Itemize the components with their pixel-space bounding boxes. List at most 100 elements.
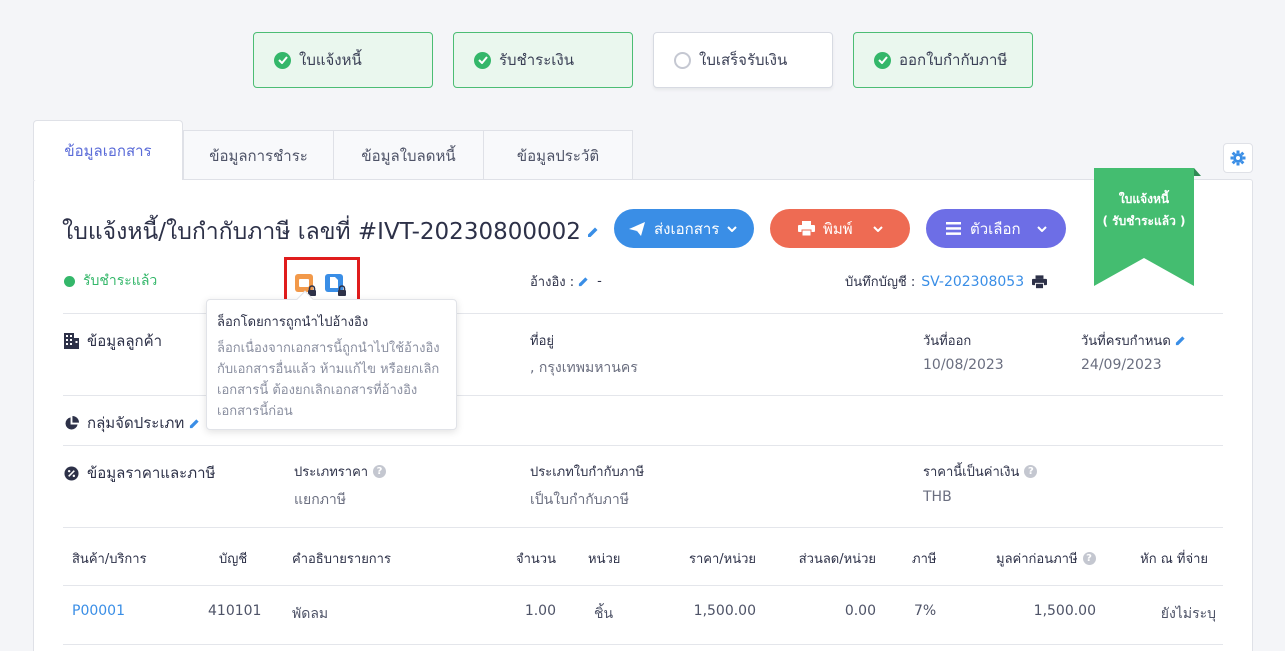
account-cell: 410101 xyxy=(208,603,262,619)
gear-icon xyxy=(1230,150,1246,166)
status-dot-icon xyxy=(64,275,75,287)
chevron-down-icon xyxy=(872,225,883,232)
options-button[interactable]: ตัวเลือก xyxy=(926,209,1066,248)
column-header-pretax: มูลค่าก่อนภาษี? xyxy=(996,548,1096,569)
lock-icons-highlight xyxy=(284,257,360,303)
status-ribbon: ใบแจ้งหนี้ ( รับชำระแล้ว ) xyxy=(1094,168,1201,286)
chevron-down-icon xyxy=(727,225,738,232)
price-type-label-text: ประเภทราคา xyxy=(294,465,369,480)
step-label: ใบแจ้งหนี้ xyxy=(299,51,362,69)
tax-doc-type-value: เป็นใบกำกับภาษี xyxy=(530,492,629,508)
tab-credit-note-info[interactable]: ข้อมูลใบลดหนี้ xyxy=(333,130,484,180)
unit-price-cell: 1,500.00 xyxy=(693,603,756,619)
section-title: ข้อมูลราคาและภาษี xyxy=(87,464,216,482)
page-title: ใบแจ้งหนี้/ใบกำกับภาษี เลขที่ #IVT-20230… xyxy=(62,214,599,250)
column-header-unit-price: ราคา/หน่วย xyxy=(688,552,756,567)
discount-cell: 0.00 xyxy=(844,603,876,619)
unit-cell: ชิ้น xyxy=(594,606,614,622)
section-title: ข้อมูลลูกค้า xyxy=(87,332,163,350)
step-receipt[interactable]: ใบเสร็จรับเงิน xyxy=(653,32,833,88)
send-document-button[interactable]: ส่งเอกสาร xyxy=(614,209,754,248)
empty-circle-icon xyxy=(674,51,691,69)
bookkeeping-field: บันทึกบัญชี : SV-202308053 xyxy=(845,271,1048,292)
pencil-icon[interactable] xyxy=(1175,335,1186,346)
tooltip-body: ล็อกเนื่องจากเอกสารนี้ถูกนำไปใช้อ้างอิงก… xyxy=(217,341,440,419)
check-circle-icon xyxy=(874,51,891,69)
address-value: , กรุงเทพมหานคร xyxy=(530,360,638,376)
tax-cell: 7% xyxy=(914,603,937,619)
pie-chart-icon xyxy=(65,415,79,430)
ribbon-title: ใบแจ้งหนี้ xyxy=(1118,192,1170,206)
reference-label: อ้างอิง : xyxy=(530,275,575,290)
print-button[interactable]: พิมพ์ xyxy=(770,209,910,248)
product-code-link[interactable]: P00001 xyxy=(72,603,125,619)
column-header-unit: หน่วย xyxy=(588,552,621,567)
group-section-label: กลุ่มจัดประเภท xyxy=(64,411,208,435)
percent-badge-icon xyxy=(64,465,79,481)
lock-icon[interactable] xyxy=(325,274,346,296)
tab-history-info[interactable]: ข้อมูลประวัติ xyxy=(483,130,633,180)
column-header-product: สินค้า/บริการ xyxy=(72,552,147,567)
chevron-down-icon xyxy=(1036,225,1047,232)
price-type-value: แยกภาษี xyxy=(294,492,347,508)
lock-icon[interactable] xyxy=(295,274,316,296)
issue-date-value: 10/08/2023 xyxy=(923,357,1004,373)
tooltip-title: ล็อกโดยการถูกนำไปอ้างอิง xyxy=(217,315,369,330)
step-label: ออกใบกำกับภาษี xyxy=(899,51,1008,69)
tab-label: ข้อมูลเอกสาร xyxy=(64,141,152,160)
column-header-withholding: หัก ณ ที่จ่าย xyxy=(1140,552,1208,567)
check-circle-icon xyxy=(474,51,491,69)
due-date-value: 24/09/2023 xyxy=(1081,357,1162,373)
help-icon[interactable]: ? xyxy=(1024,465,1038,478)
options-label: ตัวเลือก xyxy=(970,219,1021,238)
help-icon[interactable]: ? xyxy=(373,465,387,478)
printer-icon[interactable] xyxy=(1032,274,1048,289)
pricing-section-label: ข้อมูลราคาและภาษี xyxy=(64,461,215,485)
address-label: ที่อยู่ xyxy=(530,334,554,349)
quantity-cell: 1.00 xyxy=(524,603,556,619)
currency-label: ราคานี้เป็นค่าเงิน? xyxy=(923,461,1038,482)
step-invoice[interactable]: ใบแจ้งหนี้ xyxy=(253,32,433,88)
tab-document-info[interactable]: ข้อมูลเอกสาร xyxy=(33,120,183,180)
step-label: รับชำระเงิน xyxy=(499,51,574,69)
issue-date-label: วันที่ออก xyxy=(923,334,972,349)
help-icon[interactable]: ? xyxy=(1082,552,1096,565)
print-label: พิมพ์ xyxy=(823,219,853,238)
currency-value: THB xyxy=(923,489,952,505)
menu-icon xyxy=(946,222,961,235)
lock-tooltip: ล็อกโดยการถูกนำไปอ้างอิง ล็อกเนื่องจากเอ… xyxy=(206,290,457,430)
section-title: กลุ่มจัดประเภท xyxy=(87,414,185,432)
send-label: ส่งเอกสาร xyxy=(654,219,720,238)
column-header-account: บัญชี xyxy=(219,552,248,567)
check-circle-icon xyxy=(274,51,291,69)
tab-label: ข้อมูลประวัติ xyxy=(516,146,600,165)
column-header-tax: ภาษี xyxy=(912,552,937,567)
step-tax-invoice[interactable]: ออกใบกำกับภาษี xyxy=(853,32,1033,88)
status-badge: รับชำระแล้ว xyxy=(64,270,157,292)
building-icon xyxy=(64,333,79,349)
due-date-label-text: วันที่ครบกำหนด xyxy=(1081,334,1171,349)
bookkeeping-link[interactable]: SV-202308053 xyxy=(921,274,1024,290)
step-label: ใบเสร็จรับเงิน xyxy=(699,51,788,69)
column-header-discount: ส่วนลด/หน่วย xyxy=(798,552,876,567)
tab-payment-info[interactable]: ข้อมูลการชำระ xyxy=(183,130,334,180)
pencil-icon[interactable] xyxy=(587,226,599,238)
currency-label-text: ราคานี้เป็นค่าเงิน xyxy=(923,465,1020,480)
withholding-cell: ยังไม่ระบุ xyxy=(1160,606,1216,622)
pencil-icon[interactable] xyxy=(578,276,589,287)
paper-plane-icon xyxy=(629,221,645,236)
customer-section-label: ข้อมูลลูกค้า xyxy=(64,329,162,353)
settings-button[interactable] xyxy=(1223,143,1253,173)
pencil-icon[interactable] xyxy=(189,418,200,429)
step-payment[interactable]: รับชำระเงิน xyxy=(453,32,633,88)
tab-label: ข้อมูลการชำระ xyxy=(209,146,308,165)
reference-value: - xyxy=(597,274,602,289)
document-title: ใบแจ้งหนี้/ใบกำกับภาษี เลขที่ #IVT-20230… xyxy=(62,219,581,245)
column-header-quantity: จำนวน xyxy=(516,552,556,567)
column-header-description: คำอธิบายรายการ xyxy=(292,552,391,567)
status-text: รับชำระแล้ว xyxy=(83,273,158,289)
tax-doc-type-label: ประเภทใบกำกับภาษี xyxy=(530,465,645,480)
bookkeeping-label: บันทึกบัญชี : xyxy=(845,275,916,290)
pretax-cell: 1,500.00 xyxy=(1033,603,1096,619)
column-header-pretax-text: มูลค่าก่อนภาษี xyxy=(996,552,1078,567)
